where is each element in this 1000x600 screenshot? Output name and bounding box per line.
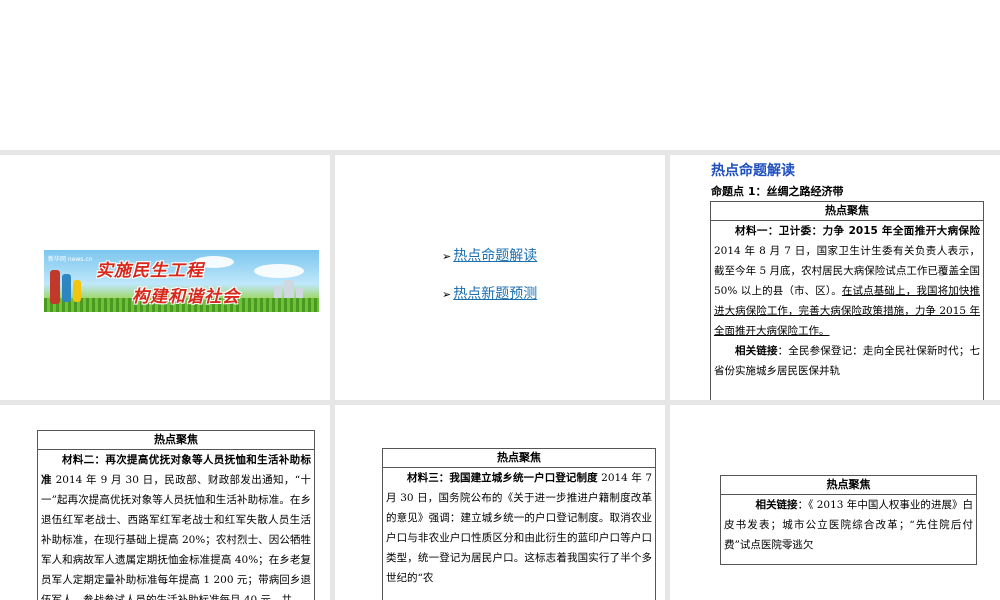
related-links-lead: 相关链接 (735, 345, 778, 357)
slide-thumbnail-5[interactable]: 热点聚焦 材料三：我国建立城乡统一户口登记制度 2014 年 7 月 30 日，… (335, 405, 665, 600)
material-lead: 材料一：卫计委：力争 2015 年全面推开大病保险 (735, 225, 980, 237)
top-blank-area (0, 0, 1000, 150)
focus-box: 热点聚焦 材料三：我国建立城乡统一户口登记制度 2014 年 7 月 30 日，… (382, 448, 656, 600)
cloud-shape (254, 264, 304, 278)
material-paragraph: 材料三：我国建立城乡统一户口登记制度 2014 年 7 月 30 日，国务院公布… (383, 468, 655, 588)
person-figure (73, 280, 81, 302)
banner-logo: 新华网 news.cn (48, 256, 93, 263)
slide-thumbnail-1[interactable]: 新华网 news.cn 实施民生工程 构建和谐社会 (0, 155, 330, 400)
focus-box: 热点聚焦 材料二：再次提高优抚对象等人员抚恤和生活补助标准 2014 年 9 月… (37, 430, 315, 600)
material-body: 2014 年 9 月 30 日，民政部、财政部发出通知，“十一”起再次提高优抚对… (41, 474, 312, 600)
person-figure (62, 274, 71, 302)
slide-thumbnail-4[interactable]: 热点聚焦 材料二：再次提高优抚对象等人员抚恤和生活补助标准 2014 年 9 月… (0, 405, 330, 600)
link-hot-new-question-prediction[interactable]: 热点新题预测 (453, 286, 537, 302)
slide-thumbnail-2[interactable]: ➢ 热点命题解读 ➢ 热点新题预测 (335, 155, 665, 400)
box-title: 热点聚焦 (38, 431, 314, 450)
link-item-2: ➢ 热点新题预测 (442, 283, 537, 303)
person-figure (50, 270, 60, 304)
focus-box: 热点聚焦 材料一：卫计委：力争 2015 年全面推开大病保险 2014 年 8 … (710, 201, 984, 400)
slide-thumbnail-3[interactable]: 热点命题解读 命题点 1：丝绸之路经济带 热点聚焦 材料一：卫计委：力争 201… (670, 155, 1000, 400)
slide-thumbnail-6[interactable]: 热点聚焦 相关链接：《 2013 年中国人权事业的进展》白皮书发表；城市公立医院… (670, 405, 1000, 600)
box-title: 热点聚焦 (721, 476, 976, 495)
related-links-paragraph: 相关链接：全民参保登记：走向全民社保新时代；七省份实施城乡居民医保并轨 (711, 341, 983, 381)
material-body: 2014 年 7 月 30 日，国务院公布的《关于进一步推进户籍制度改革的意见》… (386, 472, 653, 584)
arrow-bullet-icon: ➢ (442, 250, 452, 263)
related-links-lead: 相关链接 (755, 499, 798, 511)
box-title: 热点聚焦 (711, 202, 983, 221)
link-item-1: ➢ 热点命题解读 (442, 245, 537, 265)
banner-image: 新华网 news.cn 实施民生工程 构建和谐社会 (44, 250, 319, 312)
material-paragraph: 材料一：卫计委：力争 2015 年全面推开大病保险 2014 年 8 月 7 日… (711, 221, 983, 341)
material-lead: 材料三：我国建立城乡统一户口登记制度 (407, 472, 598, 484)
related-links-paragraph: 相关链接：《 2013 年中国人权事业的进展》白皮书发表；城市公立医院综合改革；… (721, 495, 976, 555)
slide-subtitle: 命题点 1：丝绸之路经济带 (711, 185, 844, 198)
material-paragraph: 材料二：再次提高优抚对象等人员抚恤和生活补助标准 2014 年 9 月 30 日… (38, 450, 314, 600)
link-hot-topic-interpretation[interactable]: 热点命题解读 (453, 248, 537, 264)
focus-box: 热点聚焦 相关链接：《 2013 年中国人权事业的进展》白皮书发表；城市公立医院… (720, 475, 977, 565)
box-title: 热点聚焦 (383, 449, 655, 468)
slide-title: 热点命题解读 (711, 163, 795, 179)
banner-line-1: 实施民生工程 (96, 261, 204, 281)
banner-line-2: 构建和谐社会 (132, 287, 240, 307)
arrow-bullet-icon: ➢ (442, 288, 452, 301)
